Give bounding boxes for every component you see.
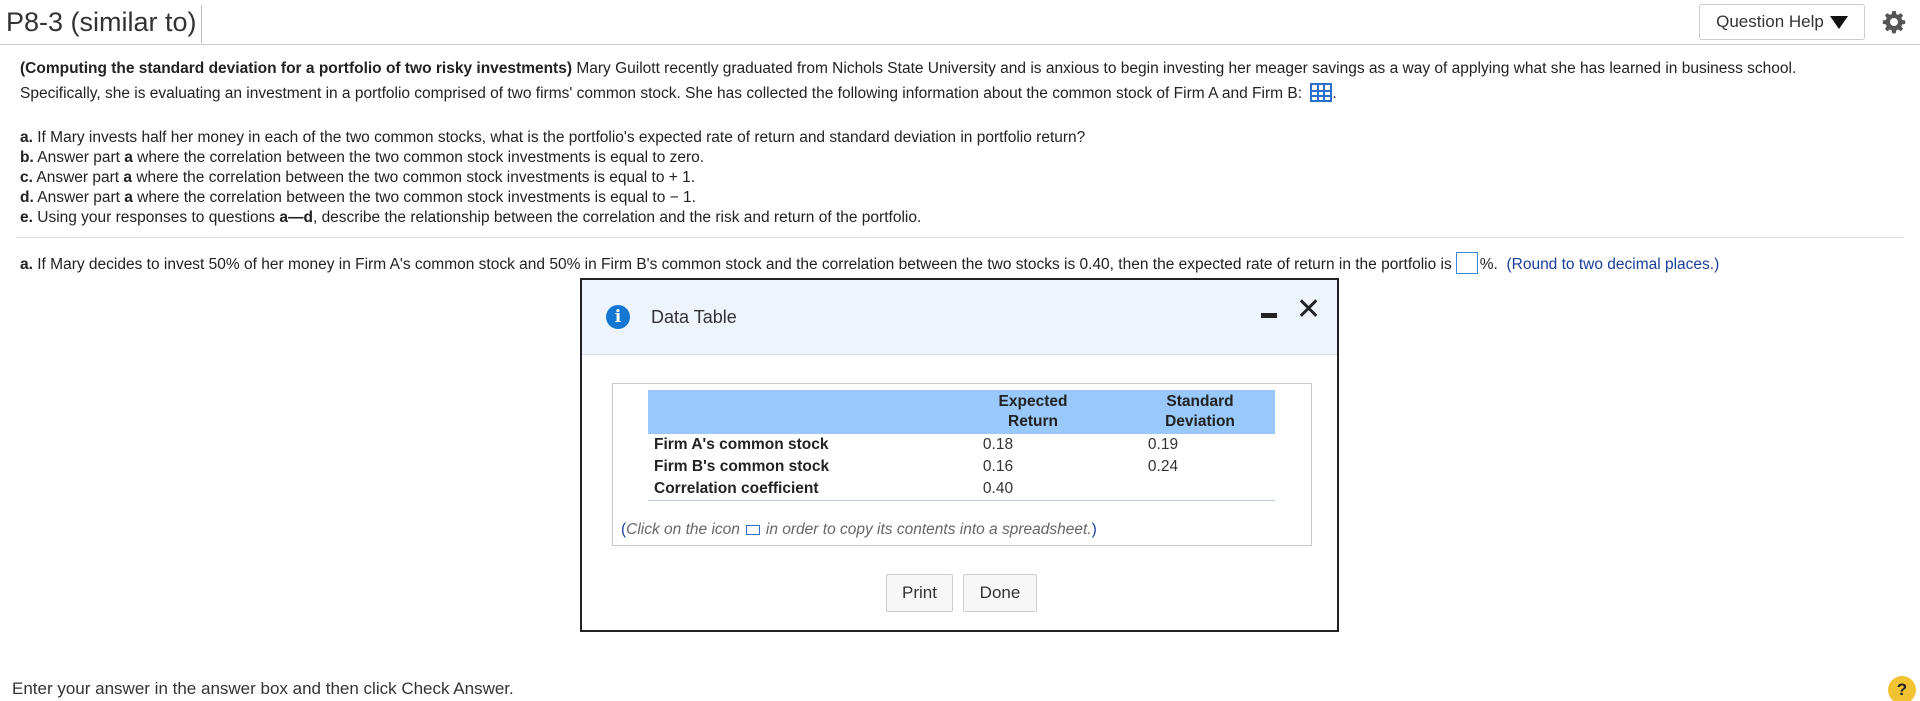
part-letter: d. [20,189,34,206]
part-text: Using your responses to questions [32,209,280,226]
part-text: If Mary invests half her money in each o… [32,129,1086,146]
col-header-expected-return: Expected Return [983,392,1083,432]
header-bar: P8-3 (similar to) Question Help [0,0,1920,45]
part-c: c. Answer part a where the correlation b… [20,168,695,188]
part-letter: c. [20,169,33,186]
part-d: d. Answer part a where the correlation b… [20,188,696,208]
part-ref: a [124,189,133,206]
dialog-title: Data Table [651,307,737,327]
part-b: b. Answer part a where the correlation b… [20,148,704,168]
part-text: Answer part [32,169,124,186]
table-bottom-rule [648,500,1275,501]
page-title: P8-3 (similar to) [6,5,202,43]
question-suffix: %. [1479,256,1498,273]
problem-line-2-text: Specifically, she is evaluating an inves… [20,85,1302,102]
part-letter: e. [20,209,33,226]
std-dev-cell: 0.24 [1147,458,1179,475]
col-header-line: Standard [1166,393,1234,410]
problem-intro-bold: (Computing the standard deviation for a … [20,60,573,77]
table-header-row: Expected Return Standard Deviation [648,390,1275,434]
row-label: Correlation coefficient [654,480,819,497]
expected-return-cell: 0.16 [982,458,1014,475]
question-help-button[interactable]: Question Help [1699,4,1865,40]
part-text: Answer part [33,149,125,166]
problem-line-2: Specifically, she is evaluating an inves… [20,83,1337,104]
std-dev-cell: 0.19 [1147,436,1179,453]
expected-return-cell: 0.40 [982,480,1014,497]
part-e: e. Using your responses to questions a—d… [20,208,921,228]
part-tail: , describe the relationship between the … [312,209,922,226]
part-tail: where the correlation between the two co… [132,149,705,166]
question-a: a. If Mary decides to invest 50% of her … [20,252,1719,275]
row-label: Firm B's common stock [654,458,830,475]
part-a: a. If Mary invests half her money in eac… [20,128,1085,148]
minimize-icon[interactable] [1261,313,1277,318]
settings-gear-icon[interactable] [1882,10,1906,34]
copy-note-text: Click on the icon [626,521,740,538]
part-tail: where the correlation between the two co… [132,169,696,186]
section-divider [16,237,1904,238]
footer-instruction: Enter your answer in the answer box and … [12,679,514,698]
help-icon[interactable]: ? [1888,676,1916,701]
problem-line-1: (Computing the standard deviation for a … [20,59,1796,79]
question-letter: a. [20,256,33,273]
question-text: If Mary decides to invest 50% of her mon… [32,256,1452,273]
part-ref: a [124,149,133,166]
data-table-grid-icon[interactable] [1310,83,1333,102]
dialog-header: i Data Table ✕ [582,280,1337,355]
expected-return-cell: 0.18 [982,436,1014,453]
row-label: Firm A's common stock [654,436,829,453]
print-button[interactable]: Print [886,574,953,612]
part-letter: a. [20,129,33,146]
part-ref: a [123,169,133,186]
col-header-line: Deviation [1165,413,1235,430]
part-tail: where the correlation between the two co… [132,189,696,206]
problem-line-2-end: . [1332,85,1337,102]
done-button[interactable]: Done [963,574,1037,612]
close-icon[interactable]: ✕ [1296,290,1321,330]
answer-input-box[interactable] [1455,252,1478,274]
rounding-hint: (Round to two decimal places.) [1506,256,1720,273]
col-header-std-dev: Standard Deviation [1145,392,1255,432]
dropdown-triangle-icon [1829,15,1848,29]
col-header-line: Expected [998,393,1068,410]
problem-line-1-text: Mary Guilott recently graduated from Nic… [572,60,1797,77]
data-table-dialog: i Data Table ✕ Expected Return Standard … [580,278,1339,632]
part-ref: a—d [279,209,313,226]
col-header-line: Return [1008,413,1058,430]
copy-icon[interactable] [745,525,760,535]
part-text: Answer part [33,189,125,206]
part-letter: b. [20,149,34,166]
data-table-frame: Expected Return Standard Deviation Firm … [612,383,1312,546]
copy-note: (Click on the icon in order to copy its c… [621,521,1097,538]
question-help-label: Question Help [1716,12,1824,31]
copy-note-text: in order to copy its contents into a spr… [765,521,1092,538]
info-icon: i [606,305,630,329]
